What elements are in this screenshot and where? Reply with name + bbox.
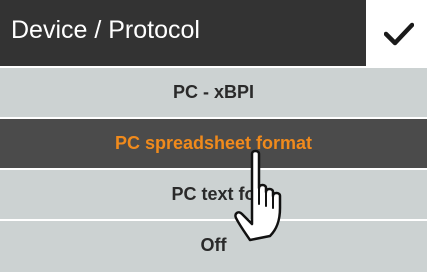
menu-item-label: PC - xBPI [172, 82, 255, 102]
protocol-menu-list: PC - xBPI PC spreadsheet format PC text … [0, 66, 427, 272]
menu-item-pc-xbpi[interactable]: PC - xBPI [0, 66, 427, 119]
menu-item-pc-spreadsheet-format[interactable]: PC spreadsheet format [0, 117, 427, 170]
page-title: Device / Protocol [11, 16, 200, 44]
pointing-hand-icon [234, 149, 282, 242]
title-bar: Device / Protocol [0, 0, 370, 66]
device-screen: Device / Protocol PC - xBPI PC spreadshe… [0, 0, 427, 272]
menu-item-label: Off [200, 235, 227, 255]
confirm-button[interactable] [370, 0, 427, 66]
menu-item-pc-text-format[interactable]: PC text fo [0, 168, 427, 221]
menu-item-off[interactable]: Off [0, 219, 427, 272]
checkmark-icon [384, 22, 414, 46]
